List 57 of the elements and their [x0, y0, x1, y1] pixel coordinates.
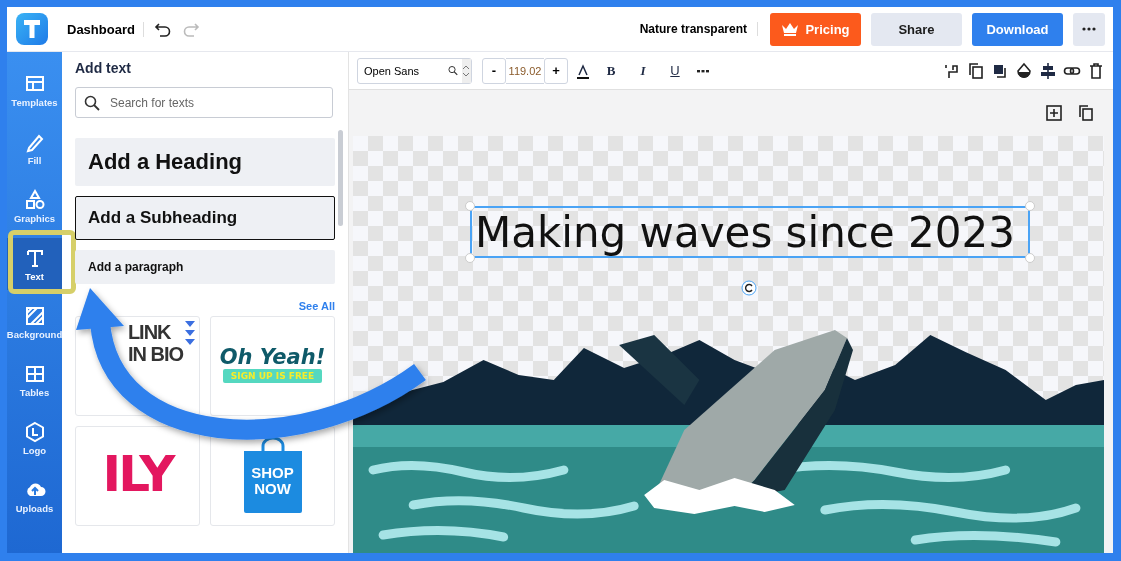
stepper-icon[interactable]	[461, 58, 471, 83]
resize-handle[interactable]	[465, 201, 475, 211]
undo-icon[interactable]	[153, 20, 172, 38]
logo-icon[interactable]	[16, 13, 48, 45]
drop-icon[interactable]	[1015, 61, 1033, 80]
shopping-bag-sticker: SHOP NOW	[243, 437, 302, 513]
scrollbar-thumb[interactable]	[338, 130, 343, 226]
trash-icon[interactable]	[1087, 61, 1105, 80]
search-field[interactable]: Search for texts	[75, 87, 333, 118]
italic-button[interactable]: I	[630, 57, 656, 84]
chevrons-icon	[185, 321, 195, 347]
sidebar-item[interactable]: Logo	[7, 412, 62, 464]
font-field[interactable]: Open Sans	[357, 57, 472, 84]
document-name[interactable]: Nature transparent	[639, 22, 758, 36]
share-button[interactable]: Share	[871, 12, 962, 46]
resize-handle[interactable]	[1025, 201, 1035, 211]
sticker-card[interactable]: Oh Yeah! SIGN UP IS FREE	[210, 316, 335, 416]
more-button[interactable]	[1073, 12, 1105, 46]
copy-icon[interactable]	[967, 61, 985, 80]
sidebar-item[interactable]: Tables	[7, 354, 62, 406]
resize-handle[interactable]	[1025, 253, 1035, 263]
add-page-icon[interactable]	[1045, 104, 1063, 122]
sidebar-item[interactable]: Background	[7, 296, 62, 348]
sticker-banner: SIGN UP IS FREE	[222, 369, 323, 383]
duplicate-page-icon[interactable]	[1077, 104, 1095, 122]
hatched-square-icon	[23, 304, 46, 327]
more-icon	[1082, 27, 1096, 31]
text-style-option[interactable]: Add a Heading	[75, 138, 335, 186]
crown-icon	[781, 22, 800, 36]
text-style-option[interactable]: Add a paragraph	[75, 250, 335, 284]
transparent-canvas[interactable]: Making waves since 2023	[353, 136, 1104, 553]
search-input[interactable]: Search for texts	[108, 94, 324, 111]
underline-button[interactable]: U	[662, 57, 688, 84]
sticker-text: ILY	[102, 445, 173, 503]
see-all-link[interactable]: See All	[298, 300, 335, 312]
sticker-card[interactable]: SHOP NOW	[210, 426, 335, 526]
shapes-icon	[23, 188, 46, 211]
text-style-option[interactable]: Add a Subheading	[75, 196, 335, 240]
sticker-text: Oh Yeah!	[219, 345, 326, 369]
sidebar-item[interactable]: Text	[7, 238, 62, 290]
resize-handle[interactable]	[465, 253, 475, 263]
align-center-icon[interactable]	[1039, 61, 1057, 80]
search-icon	[84, 94, 100, 111]
bold-button[interactable]: B	[598, 57, 624, 84]
sticker-text: LINK IN BIO	[127, 321, 183, 365]
sidebar-item[interactable]: Uploads	[7, 470, 62, 522]
hexagon-letter-icon	[23, 420, 46, 443]
decrease-size-button[interactable]: -	[482, 57, 506, 84]
increase-size-button[interactable]: +	[544, 57, 568, 84]
dashboard-link[interactable]: Dashboard	[67, 21, 144, 37]
download-button[interactable]: Download	[972, 12, 1063, 46]
sticker-card[interactable]: ILY	[75, 426, 200, 526]
search-icon	[448, 64, 458, 77]
canvas-text[interactable]: Making waves since 2023	[470, 206, 1030, 258]
panel-title: Add text	[75, 60, 132, 76]
rotate-handle-icon[interactable]	[741, 280, 757, 296]
font-size-field[interactable]: 119.02	[506, 57, 544, 84]
